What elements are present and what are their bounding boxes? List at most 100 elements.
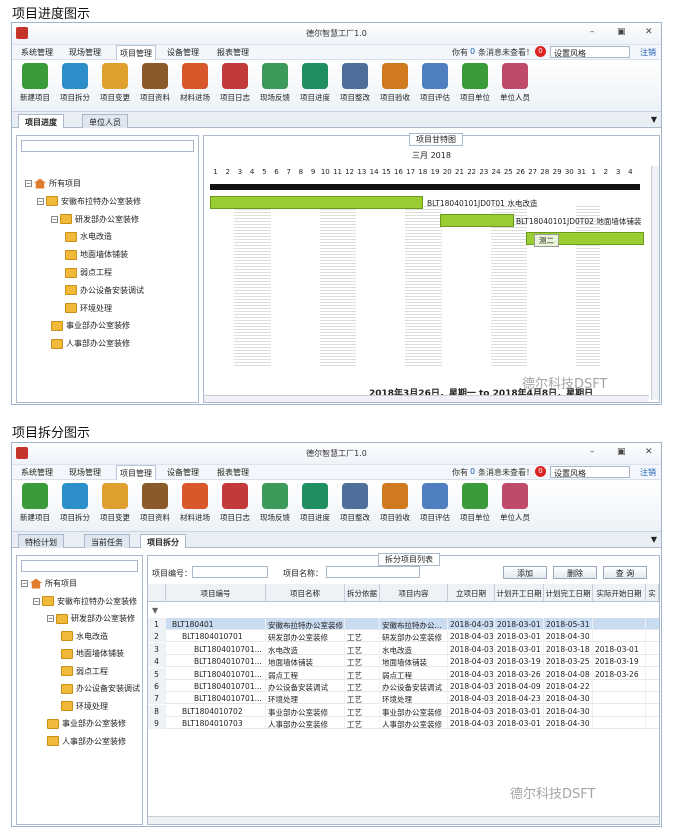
- tree-node[interactable]: 办公设备安装调试: [65, 285, 144, 296]
- column-header[interactable]: 拆分依据: [345, 584, 380, 601]
- column-header[interactable]: 项目内容: [380, 584, 448, 601]
- menu-0[interactable]: 系统管理: [18, 47, 56, 58]
- tree-node[interactable]: − 所有项目: [21, 578, 77, 589]
- menu-4[interactable]: 报表管理: [214, 47, 252, 58]
- tool-0[interactable]: 新建项目: [16, 63, 54, 103]
- tree-node[interactable]: − 所有项目: [25, 178, 81, 189]
- table-row[interactable]: 3 BLT1804010701... 水电改造 工艺 水电改造 2018-04-03 201…: [148, 642, 659, 655]
- menu-3[interactable]: 设备管理: [164, 47, 202, 58]
- add-button[interactable]: 添加: [503, 566, 547, 579]
- grid-hscroll[interactable]: [148, 816, 659, 824]
- table-row[interactable]: 2 BLT1804010701 研发部办公室装修 工艺 研发部办公室装修 2018-04-…: [148, 630, 659, 643]
- menu-0[interactable]: 系统管理: [18, 467, 56, 478]
- style-select[interactable]: 设置风格: [550, 466, 630, 478]
- expand-toggle[interactable]: −: [25, 180, 32, 187]
- menu-2[interactable]: 项目管理: [116, 45, 156, 60]
- tool-10[interactable]: 项目评估: [416, 483, 454, 523]
- tree-node[interactable]: 弱点工程: [65, 267, 112, 278]
- tab-0[interactable]: 项目进度: [18, 114, 64, 128]
- menu-3[interactable]: 设备管理: [164, 467, 202, 478]
- style-select[interactable]: 设置风格: [550, 46, 630, 58]
- expand-toggle[interactable]: −: [21, 580, 28, 587]
- tree-node[interactable]: − 安徽布拉特办公室装修: [37, 196, 141, 207]
- expand-toggle[interactable]: −: [33, 597, 40, 605]
- gantt-hscroll[interactable]: [204, 395, 649, 402]
- tool-8[interactable]: 项目整改: [336, 63, 374, 103]
- tree-node[interactable]: 地面墙体铺装: [65, 249, 128, 260]
- tool-1[interactable]: 项目拆分: [56, 483, 94, 523]
- tree-node[interactable]: 事业部办公室装修: [51, 320, 130, 331]
- msg-badge[interactable]: 0: [535, 466, 546, 477]
- name-input[interactable]: [326, 566, 420, 578]
- tree-node[interactable]: 办公设备安装调试: [61, 683, 140, 694]
- code-input[interactable]: [192, 566, 268, 578]
- table-row[interactable]: 4 BLT1804010701... 地面墙体铺装 工艺 地面墙体铺装 2018-04-0…: [148, 655, 659, 668]
- tool-6[interactable]: 现场反馈: [256, 63, 294, 103]
- tool-9[interactable]: 项目验收: [376, 483, 414, 523]
- tool-7[interactable]: 项目进度: [296, 63, 334, 103]
- column-header[interactable]: 项目名称: [266, 584, 345, 601]
- tool-2[interactable]: 项目变更: [96, 63, 134, 103]
- tab-1[interactable]: 单位人员: [82, 114, 128, 128]
- gantt-bar[interactable]: [440, 214, 514, 227]
- tree-node[interactable]: − 安徽布拉特办公室装修: [33, 596, 137, 607]
- tool-2[interactable]: 项目变更: [96, 483, 134, 523]
- tree-filter-combo[interactable]: [21, 560, 138, 572]
- msg-count[interactable]: 0: [470, 47, 475, 56]
- tree-node[interactable]: 水电改造: [61, 631, 108, 642]
- tool-8[interactable]: 项目整改: [336, 483, 374, 523]
- table-row[interactable]: 5 BLT1804010701... 弱点工程 工艺 弱点工程 2018-04-03 201…: [148, 667, 659, 680]
- table-row[interactable]: 1 BLT180401 安徽布拉特办公室装修 安徽布拉特办公... 2018-04-03…: [148, 618, 659, 630]
- delete-button[interactable]: 删除: [553, 566, 597, 579]
- tool-3[interactable]: 项目资料: [136, 483, 174, 523]
- tree-node[interactable]: 事业部办公室装修: [47, 718, 126, 729]
- close-button[interactable]: ✕: [645, 27, 653, 37]
- tab-menu-arrow[interactable]: ▼: [651, 115, 657, 124]
- column-header[interactable]: 计划完工日期: [544, 584, 593, 601]
- tab-0[interactable]: 特检计划: [18, 534, 64, 548]
- gantt-vscroll[interactable]: [651, 166, 659, 400]
- tree-node[interactable]: − 研发部办公室装修: [47, 613, 135, 624]
- tab-1[interactable]: 当前任务: [84, 534, 130, 548]
- logout-link[interactable]: 注销: [640, 47, 656, 58]
- msg-count[interactable]: 0: [470, 467, 475, 476]
- tree-node[interactable]: 环境处理: [61, 701, 108, 712]
- tree-filter-combo[interactable]: [21, 140, 194, 152]
- query-button[interactable]: 查 询: [603, 566, 647, 579]
- column-header[interactable]: 实际开始日期: [593, 584, 646, 601]
- menu-1[interactable]: 现场管理: [66, 47, 104, 58]
- close-button[interactable]: ✕: [645, 447, 653, 457]
- tool-3[interactable]: 项目资料: [136, 63, 174, 103]
- tool-4[interactable]: 材料进场: [176, 63, 214, 103]
- table-row[interactable]: 7 BLT1804010701... 环境处理 工艺 环境处理 2018-04-03 201…: [148, 692, 659, 705]
- tool-5[interactable]: 项目日志: [216, 63, 254, 103]
- tool-12[interactable]: 单位人员: [496, 63, 534, 103]
- gantt-bar[interactable]: [210, 196, 423, 209]
- expand-toggle[interactable]: −: [37, 197, 44, 205]
- tool-1[interactable]: 项目拆分: [56, 63, 94, 103]
- tree-node[interactable]: 环境处理: [65, 303, 112, 314]
- table-row[interactable]: 8 BLT1804010702 事业部办公室装修 工艺 事业部办公室装修 2018-04-…: [148, 704, 659, 717]
- tab-menu-arrow[interactable]: ▼: [651, 535, 657, 544]
- tree-node[interactable]: 地面墙体铺装: [61, 648, 124, 659]
- tool-11[interactable]: 项目单位: [456, 483, 494, 523]
- maximize-button[interactable]: ▣: [617, 27, 626, 37]
- maximize-button[interactable]: ▣: [617, 447, 626, 457]
- msg-badge[interactable]: 0: [535, 46, 546, 57]
- tool-5[interactable]: 项目日志: [216, 483, 254, 523]
- tree-node[interactable]: − 研发部办公室装修: [51, 214, 139, 225]
- tool-11[interactable]: 项目单位: [456, 63, 494, 103]
- logout-link[interactable]: 注销: [640, 467, 656, 478]
- tool-10[interactable]: 项目评估: [416, 63, 454, 103]
- column-header[interactable]: 实: [646, 584, 659, 601]
- tool-6[interactable]: 现场反馈: [256, 483, 294, 523]
- tab-2[interactable]: 项目拆分: [140, 534, 186, 548]
- expand-toggle[interactable]: −: [47, 615, 54, 622]
- table-row[interactable]: 9 BLT1804010703 人事部办公室装修 工艺 人事部办公室装修 2018-04-…: [148, 717, 659, 730]
- menu-2[interactable]: 项目管理: [116, 465, 156, 480]
- menu-1[interactable]: 现场管理: [66, 467, 104, 478]
- column-header[interactable]: 计划开工日期: [495, 584, 544, 601]
- tool-4[interactable]: 材料进场: [176, 483, 214, 523]
- menu-4[interactable]: 报表管理: [214, 467, 252, 478]
- tool-0[interactable]: 新建项目: [16, 483, 54, 523]
